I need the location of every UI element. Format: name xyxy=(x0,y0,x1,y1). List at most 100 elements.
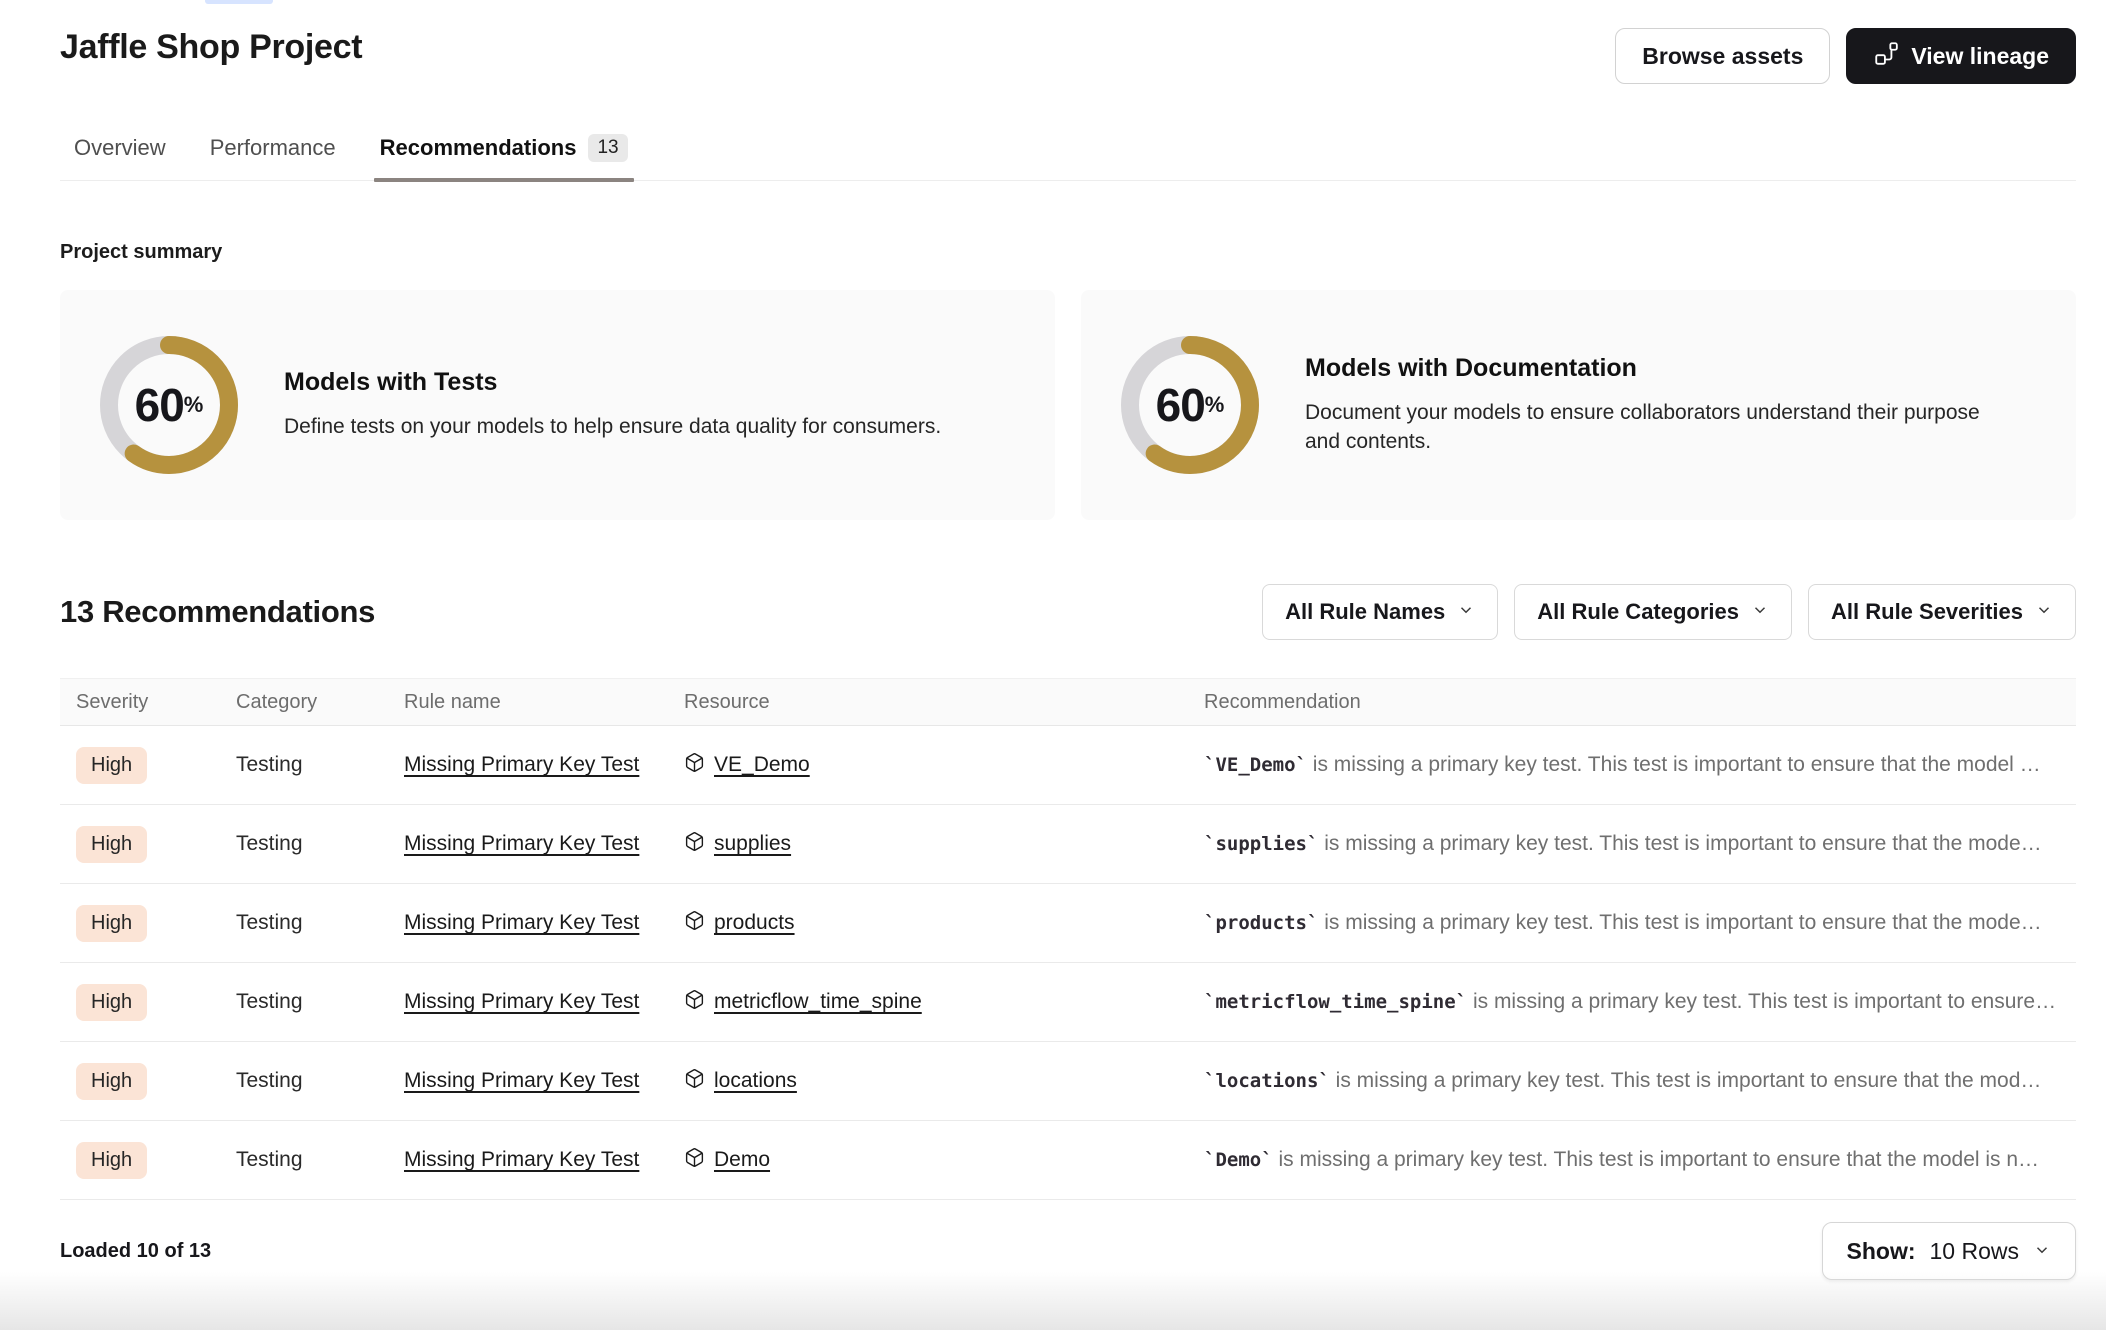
chevron-down-icon xyxy=(2035,599,2053,625)
table-row: High Testing Missing Primary Key Test pr… xyxy=(60,884,2076,963)
recommendation-code: `locations` xyxy=(1204,1070,1330,1092)
bottom-scroll-fade xyxy=(0,1272,2106,1330)
resource-link[interactable]: products xyxy=(714,911,795,935)
model-cube-icon xyxy=(684,831,705,858)
recommendations-table: Severity Category Rule name Resource Rec… xyxy=(60,678,2076,1200)
model-cube-icon xyxy=(684,1068,705,1095)
rule-categories-filter[interactable]: All Rule Categories xyxy=(1514,584,1792,640)
rule-name-link[interactable]: Missing Primary Key Test xyxy=(404,911,639,934)
category-cell: Testing xyxy=(220,1069,388,1093)
rule-severities-filter-label: All Rule Severities xyxy=(1831,599,2023,625)
recommendation-text: is missing a primary key test. This test… xyxy=(1318,832,2041,855)
show-rows-label: Show: xyxy=(1847,1238,1916,1265)
tab-performance-label: Performance xyxy=(210,135,336,161)
show-rows-value: 10 Rows xyxy=(1930,1238,2019,1265)
rule-name-link[interactable]: Missing Primary Key Test xyxy=(404,990,639,1013)
table-header-row: Severity Category Rule name Resource Rec… xyxy=(60,678,2076,726)
docs-card-description: Document your models to ensure collabora… xyxy=(1305,399,2005,456)
column-header-resource: Resource xyxy=(668,691,1188,714)
tab-overview-label: Overview xyxy=(74,135,166,161)
filter-bar: All Rule Names All Rule Categories All R… xyxy=(1262,584,2076,640)
recommendation-code: `VE_Demo` xyxy=(1204,754,1307,776)
tests-donut-value: 60% xyxy=(100,336,238,474)
models-with-tests-card: 60% Models with Tests Define tests on yo… xyxy=(60,290,1055,520)
recommendation-code: `supplies` xyxy=(1204,833,1318,855)
column-header-recommendation: Recommendation xyxy=(1188,691,2076,714)
rule-name-link[interactable]: Missing Primary Key Test xyxy=(404,1069,639,1092)
show-rows-dropdown[interactable]: Show: 10 Rows xyxy=(1822,1222,2076,1280)
severity-badge: High xyxy=(76,1142,147,1179)
project-summary-label: Project summary xyxy=(60,241,2076,264)
tests-card-title: Models with Tests xyxy=(284,368,941,397)
resource-link[interactable]: supplies xyxy=(714,832,791,856)
rule-name-link[interactable]: Missing Primary Key Test xyxy=(404,832,639,855)
rule-name-link[interactable]: Missing Primary Key Test xyxy=(404,753,639,776)
loaded-count-text: Loaded 10 of 13 xyxy=(60,1240,211,1263)
recommendation-text: is missing a primary key test. This test… xyxy=(1330,1069,2042,1092)
page-title: Jaffle Shop Project xyxy=(60,28,362,67)
model-cube-icon xyxy=(684,910,705,937)
recommendation-code: `Demo` xyxy=(1204,1149,1273,1171)
browse-assets-label: Browse assets xyxy=(1642,43,1803,70)
model-cube-icon xyxy=(684,752,705,779)
chevron-down-icon xyxy=(2033,1238,2051,1265)
category-cell: Testing xyxy=(220,911,388,935)
tab-recommendations[interactable]: Recommendations 13 xyxy=(380,134,628,180)
resource-link[interactable]: VE_Demo xyxy=(714,753,810,777)
severity-badge: High xyxy=(76,984,147,1021)
page-header: Jaffle Shop Project Browse assets View l… xyxy=(60,0,2076,84)
recommendation-text: is missing a primary key test. This test… xyxy=(1273,1148,2039,1171)
recommendations-heading: 13 Recommendations xyxy=(60,594,375,630)
recommendation-text: is missing a primary key test. This test… xyxy=(1318,911,2041,934)
rule-names-filter[interactable]: All Rule Names xyxy=(1262,584,1498,640)
recommendation-text: is missing a primary key test. This test… xyxy=(1307,753,2041,776)
column-header-severity: Severity xyxy=(60,691,220,714)
resource-link[interactable]: metricflow_time_spine xyxy=(714,990,922,1014)
header-actions: Browse assets View lineage xyxy=(1615,28,2076,84)
tab-recommendations-label: Recommendations xyxy=(380,135,577,161)
table-row: High Testing Missing Primary Key Test VE… xyxy=(60,726,2076,805)
chevron-down-icon xyxy=(1457,599,1475,625)
rule-name-link[interactable]: Missing Primary Key Test xyxy=(404,1148,639,1171)
severity-badge: High xyxy=(76,905,147,942)
table-row: High Testing Missing Primary Key Test me… xyxy=(60,963,2076,1042)
table-footer: Loaded 10 of 13 Show: 10 Rows xyxy=(60,1222,2076,1280)
model-cube-icon xyxy=(684,1147,705,1174)
severity-badge: High xyxy=(76,826,147,863)
docs-card-text: Models with Documentation Document your … xyxy=(1305,354,2005,456)
category-cell: Testing xyxy=(220,753,388,777)
model-cube-icon xyxy=(684,989,705,1016)
severity-badge: High xyxy=(76,747,147,784)
recommendations-count-badge: 13 xyxy=(588,134,627,162)
chevron-down-icon xyxy=(1751,599,1769,625)
rule-categories-filter-label: All Rule Categories xyxy=(1537,599,1739,625)
docs-donut-value: 60% xyxy=(1121,336,1259,474)
column-header-rule-name: Rule name xyxy=(388,691,668,714)
resource-link[interactable]: Demo xyxy=(714,1148,770,1172)
rule-severities-filter[interactable]: All Rule Severities xyxy=(1808,584,2076,640)
category-cell: Testing xyxy=(220,832,388,856)
project-page: Jaffle Shop Project Browse assets View l… xyxy=(0,0,2106,1330)
column-header-category: Category xyxy=(220,691,388,714)
tests-card-text: Models with Tests Define tests on your m… xyxy=(284,368,941,441)
table-row: High Testing Missing Primary Key Test su… xyxy=(60,805,2076,884)
recommendation-code: `products` xyxy=(1204,912,1318,934)
view-lineage-button[interactable]: View lineage xyxy=(1846,28,2076,84)
tab-overview[interactable]: Overview xyxy=(74,134,166,180)
browse-assets-button[interactable]: Browse assets xyxy=(1615,28,1830,84)
tab-performance[interactable]: Performance xyxy=(210,134,336,180)
view-lineage-label: View lineage xyxy=(1911,43,2049,70)
table-row: High Testing Missing Primary Key Test De… xyxy=(60,1121,2076,1200)
models-with-docs-card: 60% Models with Documentation Document y… xyxy=(1081,290,2076,520)
category-cell: Testing xyxy=(220,1148,388,1172)
docs-donut-chart: 60% xyxy=(1121,336,1259,474)
resource-link[interactable]: locations xyxy=(714,1069,797,1093)
docs-card-title: Models with Documentation xyxy=(1305,354,2005,383)
table-row: High Testing Missing Primary Key Test lo… xyxy=(60,1042,2076,1121)
recommendation-text: is missing a primary key test. This test… xyxy=(1467,990,2056,1013)
tests-donut-chart: 60% xyxy=(100,336,238,474)
top-edge-artifact xyxy=(205,0,273,4)
tab-bar: Overview Performance Recommendations 13 xyxy=(60,134,2076,181)
lineage-graph-icon xyxy=(1873,40,1899,72)
recommendation-code: `metricflow_time_spine` xyxy=(1204,991,1467,1013)
